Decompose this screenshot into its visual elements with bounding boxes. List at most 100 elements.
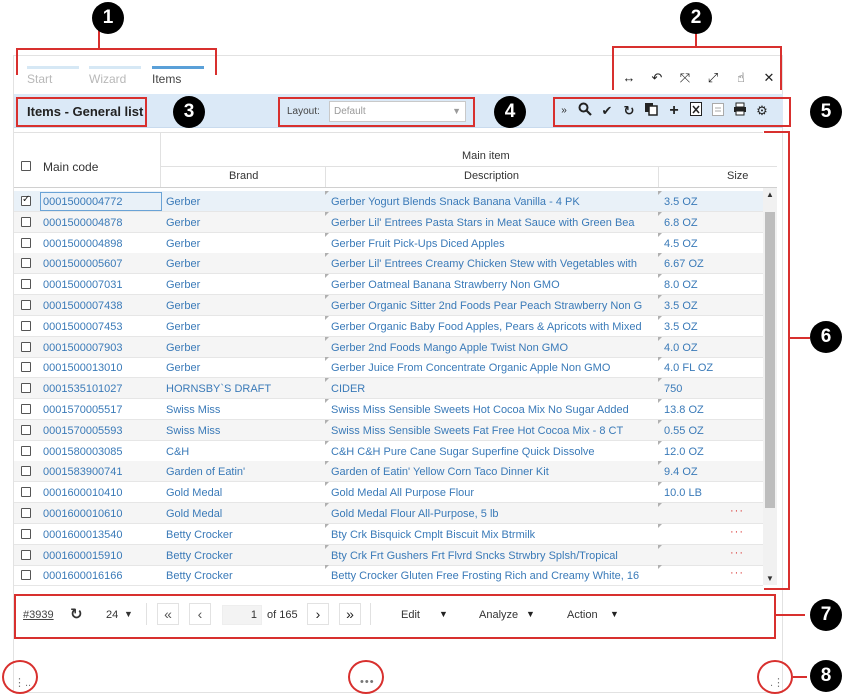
row-checkbox[interactable] [21, 362, 31, 373]
row-checkbox[interactable] [21, 216, 31, 227]
cell-size[interactable]: 10.0 LB [664, 487, 754, 499]
cell-description[interactable]: CIDER [331, 383, 658, 395]
cell-description[interactable]: Gold Medal All Purpose Flour [331, 487, 658, 499]
table-row[interactable]: 0001500004898 Gerber Gerber Fruit Pick-Ups… [14, 232, 763, 254]
column-header-brand[interactable]: Brand [229, 170, 258, 182]
select-all-checkbox[interactable] [21, 161, 31, 171]
cell-description[interactable]: Bty Crk Frt Gushers Frt Flvrd Sncks Strw… [331, 550, 658, 562]
size-more-button[interactable]: ··· [730, 526, 744, 538]
size-more-button[interactable]: ··· [730, 547, 744, 559]
cell-main-code[interactable]: 0001535101027 [43, 383, 158, 395]
cell-main-code[interactable]: 0001500004898 [43, 238, 158, 250]
table-row[interactable]: 0001500007903 Gerber Gerber 2nd Foods Mang… [14, 336, 763, 358]
row-checkbox[interactable] [21, 570, 31, 581]
cell-description[interactable]: Gerber Organic Baby Food Apples, Pears &… [331, 321, 658, 333]
cell-size[interactable]: 0.55 OZ [664, 425, 754, 437]
cell-description[interactable]: Gerber Organic Sitter 2nd Foods Pear Pea… [331, 300, 658, 312]
table-row[interactable]: 0001500004772 Gerber Gerber Yogurt Blends … [14, 191, 763, 212]
cell-main-code[interactable]: 0001600016166 [43, 570, 158, 582]
row-checkbox[interactable] [21, 528, 31, 539]
cell-description[interactable]: Garden of Eatin' Yellow Corn Taco Dinner… [331, 466, 658, 478]
cell-size[interactable]: 6.67 OZ [664, 258, 754, 270]
cell-brand[interactable]: Gerber [166, 300, 326, 312]
cell-main-code[interactable]: 0001570005517 [43, 404, 158, 416]
row-checkbox[interactable] [21, 404, 31, 414]
row-checkbox[interactable] [21, 300, 31, 310]
cell-brand[interactable]: Gerber [166, 196, 326, 208]
cell-brand[interactable]: Gerber [166, 258, 326, 270]
table-row[interactable]: 0001600016166 Betty Crocker Betty Crocker … [14, 565, 763, 587]
table-row[interactable]: 0001535101027 HORNSBY`S DRAFT CIDER 750 [14, 378, 763, 400]
cell-description[interactable]: Swiss Miss Sensible Sweets Fat Free Hot … [331, 425, 658, 437]
cell-description[interactable]: Betty Crocker Gluten Free Frosting Rich … [331, 570, 658, 582]
table-row[interactable]: 0001500007031 Gerber Gerber Oatmeal Banana… [14, 274, 763, 296]
table-row[interactable]: 0001500007453 Gerber Gerber Organic Baby F… [14, 315, 763, 337]
row-checkbox[interactable] [21, 237, 31, 248]
cell-description[interactable]: Gerber Lil' Entrees Creamy Chicken Stew … [331, 258, 658, 270]
table-row[interactable]: 0001600010410 Gold Medal Gold Medal All Pu… [14, 482, 763, 504]
cell-brand[interactable]: Swiss Miss [166, 425, 326, 437]
cell-size[interactable]: 4.0 FL OZ [664, 362, 754, 374]
cell-main-code[interactable]: 0001570005593 [43, 425, 158, 437]
cell-size[interactable]: 3.5 OZ [664, 300, 754, 312]
size-more-button[interactable]: ··· [730, 567, 744, 579]
size-more-button[interactable]: ··· [730, 505, 744, 517]
cell-main-code[interactable]: 0001500004878 [43, 217, 158, 229]
cell-brand[interactable]: Gerber [166, 279, 326, 291]
table-row[interactable]: 0001500004878 Gerber Gerber Lil' Entrees P… [14, 211, 763, 233]
cell-size[interactable]: 3.5 OZ [664, 196, 754, 208]
table-row[interactable]: 0001583900741 Garden of Eatin' Garden of E… [14, 461, 763, 483]
cell-description[interactable]: Bty Crk Bisquick Cmplt Biscuit Mix Btrmi… [331, 529, 658, 541]
table-row[interactable]: 0001500005607 Gerber Gerber Lil' Entrees C… [14, 253, 763, 275]
table-row[interactable]: 0001570005593 Swiss Miss Swiss Miss Sensib… [14, 419, 763, 441]
table-row[interactable]: 0001580003085 C&H C&H C&H Pure Cane Sugar … [14, 440, 763, 462]
cell-size[interactable]: 4.0 OZ [664, 342, 754, 354]
cell-size[interactable]: 13.8 OZ [664, 404, 754, 416]
cell-description[interactable]: Gerber 2nd Foods Mango Apple Twist Non G… [331, 342, 658, 354]
cell-description[interactable]: Gerber Lil' Entrees Pasta Stars in Meat … [331, 217, 658, 229]
cell-main-code[interactable]: 0001600015910 [43, 550, 158, 562]
cell-main-code[interactable]: 0001500004772 [43, 196, 158, 208]
cell-brand[interactable]: Gerber [166, 342, 326, 354]
row-checkbox[interactable] [21, 508, 31, 518]
cell-main-code[interactable]: 0001600010610 [43, 508, 158, 520]
cell-brand[interactable]: Betty Crocker [166, 529, 326, 541]
row-checkbox[interactable] [21, 194, 31, 206]
cell-brand[interactable]: C&H [166, 446, 326, 458]
cell-brand[interactable]: Gerber [166, 321, 326, 333]
cell-description[interactable]: Swiss Miss Sensible Sweets Hot Cocoa Mix… [331, 404, 658, 416]
cell-brand[interactable]: Gerber [166, 362, 326, 374]
cell-main-code[interactable]: 0001583900741 [43, 466, 158, 478]
column-header-size[interactable]: Size [727, 170, 748, 182]
table-row[interactable]: 0001500013010 Gerber Gerber Juice From Con… [14, 357, 763, 379]
cell-description[interactable]: C&H C&H Pure Cane Sugar Superfine Quick … [331, 446, 658, 458]
cell-size[interactable]: 750 [664, 383, 754, 395]
row-checkbox[interactable] [21, 258, 31, 269]
cell-main-code[interactable]: 0001500005607 [43, 258, 158, 270]
cell-description[interactable]: Gerber Oatmeal Banana Strawberry Non GMO [331, 279, 658, 291]
row-checkbox[interactable] [21, 424, 31, 435]
cell-brand[interactable]: HORNSBY`S DRAFT [166, 383, 326, 395]
cell-brand[interactable]: Betty Crocker [166, 570, 326, 582]
table-row[interactable]: 0001600010610 Gold Medal Gold Medal Flour … [14, 503, 763, 524]
row-checkbox[interactable] [21, 445, 31, 456]
cell-brand[interactable]: Gold Medal [166, 487, 326, 499]
table-row[interactable]: 0001570005517 Swiss Miss Swiss Miss Sensib… [14, 399, 763, 420]
cell-main-code[interactable]: 0001600013540 [43, 529, 158, 541]
row-checkbox[interactable] [21, 341, 31, 352]
cell-description[interactable]: Gold Medal Flour All-Purpose, 5 lb [331, 508, 658, 520]
cell-main-code[interactable]: 0001500007453 [43, 321, 158, 333]
cell-brand[interactable]: Betty Crocker [166, 550, 326, 562]
row-checkbox[interactable] [21, 383, 31, 394]
cell-description[interactable]: Gerber Juice From Concentrate Organic Ap… [331, 362, 658, 374]
row-checkbox[interactable] [21, 487, 31, 498]
column-header-main-code[interactable]: Main code [43, 160, 98, 174]
table-row[interactable]: 0001600015910 Betty Crocker Bty Crk Frt Gu… [14, 544, 763, 566]
cell-brand[interactable]: Gerber [166, 238, 326, 250]
cell-size[interactable]: 6.8 OZ [664, 217, 754, 229]
cell-description[interactable]: Gerber Fruit Pick-Ups Diced Apples [331, 238, 658, 250]
table-row[interactable]: 0001500007438 Gerber Gerber Organic Sitter… [14, 295, 763, 316]
table-row[interactable]: 0001600013540 Betty Crocker Bty Crk Bisqui… [14, 523, 763, 545]
cell-size[interactable]: 8.0 OZ [664, 279, 754, 291]
column-header-description[interactable]: Description [464, 170, 519, 182]
